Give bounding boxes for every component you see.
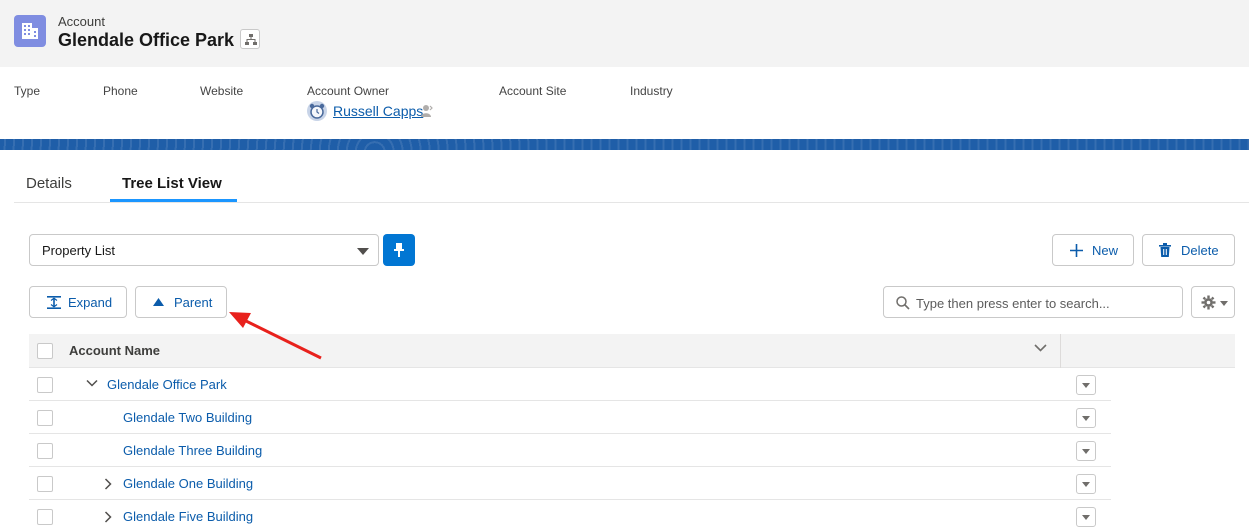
table-row: Glendale One Building bbox=[29, 467, 1111, 500]
settings-menu-button[interactable] bbox=[1191, 286, 1235, 318]
table-header: Account Name bbox=[29, 334, 1235, 368]
row-checkbox[interactable] bbox=[37, 443, 53, 459]
expand-button-label: Expand bbox=[68, 295, 113, 310]
change-owner-icon[interactable] bbox=[421, 104, 433, 118]
chevron-down-icon bbox=[1220, 301, 1228, 306]
column-header-account-name[interactable]: Account Name bbox=[69, 343, 160, 358]
add-icon bbox=[1070, 244, 1083, 257]
tab-tree-list-view[interactable]: Tree List View bbox=[122, 175, 222, 192]
table-row: Glendale Three Building bbox=[29, 434, 1111, 467]
record-header: Account Glendale Office Park bbox=[0, 0, 1249, 67]
decorative-banner bbox=[0, 139, 1249, 150]
delete-icon bbox=[1159, 243, 1171, 257]
chevron-down-icon[interactable] bbox=[86, 379, 98, 388]
parent-button-label: Parent bbox=[174, 295, 213, 310]
new-button[interactable]: New bbox=[1052, 234, 1134, 266]
owner-link[interactable]: Russell Capps bbox=[333, 103, 423, 119]
field-label-account-owner: Account Owner bbox=[307, 84, 390, 98]
new-button-label: New bbox=[1092, 243, 1119, 258]
search-box bbox=[883, 286, 1183, 318]
search-input[interactable] bbox=[916, 293, 1176, 313]
expand-icon bbox=[47, 296, 61, 309]
account-link[interactable]: Glendale Three Building bbox=[123, 443, 262, 458]
field-label-industry: Industry bbox=[630, 84, 673, 98]
building-icon bbox=[14, 15, 46, 47]
select-all-checkbox[interactable] bbox=[37, 343, 53, 359]
row-actions-button[interactable] bbox=[1076, 441, 1096, 461]
row-checkbox[interactable] bbox=[37, 410, 53, 426]
search-icon bbox=[896, 296, 910, 310]
avatar[interactable] bbox=[307, 101, 327, 121]
chevron-right-icon[interactable] bbox=[104, 511, 112, 523]
chevron-down-icon bbox=[357, 248, 369, 255]
row-actions-button[interactable] bbox=[1076, 474, 1096, 494]
row-actions-button[interactable] bbox=[1076, 375, 1096, 395]
active-tab-indicator bbox=[110, 199, 237, 202]
highlights-panel: Type Phone Website Account Owner Account… bbox=[0, 67, 1249, 139]
field-label-website: Website bbox=[200, 84, 244, 98]
tab-details[interactable]: Details bbox=[26, 175, 72, 192]
account-link[interactable]: Glendale Office Park bbox=[107, 377, 227, 392]
row-actions-button[interactable] bbox=[1076, 408, 1096, 428]
record-tabs: Details Tree List View bbox=[14, 164, 1249, 203]
row-checkbox[interactable] bbox=[37, 377, 53, 393]
chevron-right-icon[interactable] bbox=[104, 478, 112, 490]
row-checkbox[interactable] bbox=[37, 476, 53, 492]
list-view-selected: Property List bbox=[42, 243, 115, 258]
table-row: Glendale Two Building bbox=[29, 401, 1111, 434]
table-row: Glendale Office Park bbox=[29, 368, 1111, 401]
account-link[interactable]: Glendale Five Building bbox=[123, 509, 253, 524]
triangle-up-icon bbox=[153, 298, 164, 306]
pin-list-button[interactable] bbox=[383, 234, 415, 266]
account-link[interactable]: Glendale Two Building bbox=[123, 410, 252, 425]
account-link[interactable]: Glendale One Building bbox=[123, 476, 253, 491]
list-view-select[interactable]: Property List bbox=[29, 234, 379, 266]
expand-button[interactable]: Expand bbox=[29, 286, 127, 318]
field-label-type: Type bbox=[14, 84, 41, 98]
delete-button-label: Delete bbox=[1181, 243, 1219, 258]
record-title: Glendale Office Park bbox=[58, 30, 235, 50]
view-hierarchy-button[interactable] bbox=[240, 29, 260, 49]
object-label: Account bbox=[58, 14, 105, 29]
row-actions-button[interactable] bbox=[1076, 507, 1096, 527]
table-row: Glendale Five Building bbox=[29, 500, 1111, 528]
parent-button[interactable]: Parent bbox=[135, 286, 227, 318]
delete-button[interactable]: Delete bbox=[1142, 234, 1235, 266]
hierarchy-icon bbox=[245, 34, 257, 45]
field-label-account-site: Account Site bbox=[499, 84, 567, 98]
field-label-phone: Phone bbox=[103, 84, 138, 98]
pin-icon bbox=[394, 243, 404, 257]
column-divider bbox=[1060, 334, 1061, 368]
chevron-down-icon[interactable] bbox=[1034, 344, 1047, 352]
row-checkbox[interactable] bbox=[37, 509, 53, 525]
gear-icon bbox=[1201, 295, 1216, 310]
